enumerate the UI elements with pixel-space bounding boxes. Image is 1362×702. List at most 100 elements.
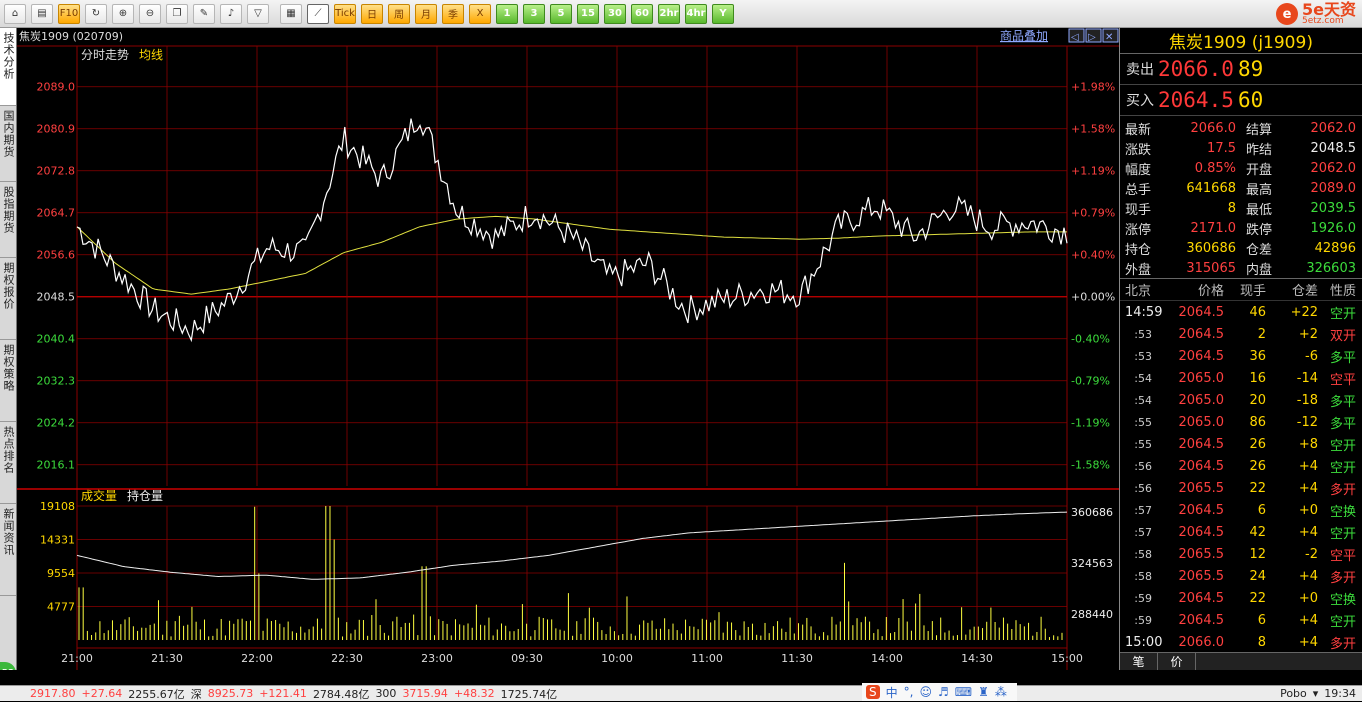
grid-icon[interactable]: ⁂ [995, 685, 1007, 699]
intraday-chart[interactable]: 焦炭1909 (020709) 商品叠加 ◁ ▷ ✕ 分时走势 均线 2089.0 +1.98%… [17, 28, 1119, 670]
tick-row[interactable]: :57 2064.5 6 +0 空换 [1120, 499, 1362, 521]
side-tab-0[interactable]: 技术分析 [0, 28, 16, 106]
stat-value: 2062.0 [1310, 120, 1357, 136]
pct-tick: -0.79% [1071, 375, 1110, 388]
pct-tick: +1.98% [1071, 81, 1115, 94]
30min-button[interactable]: 30 [604, 3, 626, 24]
side-tab-2[interactable]: 股指期货 [0, 182, 16, 258]
ime-toolbar[interactable]: S 中 °, ☺ ♬ ⌨ ♜ ⁂ [862, 683, 1017, 701]
quote-row: 持仓 360686 仓差 42896 [1120, 238, 1362, 258]
tick-price: 2064.5 [1178, 458, 1225, 474]
quote-row: 幅度 0.85% 开盘 2062.0 [1120, 158, 1362, 178]
prev-glyph: ◁ [1071, 32, 1079, 43]
stat-value: 1926.0 [1310, 220, 1357, 236]
sz-amount: 2784.48亿 [312, 687, 370, 701]
day-button[interactable]: 日 [361, 3, 383, 24]
quote-panel: 焦炭1909 (j1909) 卖出 2066.0 89 买入 2064.5 60… [1119, 28, 1362, 670]
stat-label: 跌停 [1246, 222, 1273, 238]
tick-row[interactable]: :54 2065.0 16 -14 空平 [1120, 367, 1362, 389]
15min-button[interactable]: 15 [577, 3, 599, 24]
bell-icon[interactable]: ♪ [220, 3, 242, 24]
sogou-icon[interactable]: S [866, 685, 880, 699]
week-button[interactable]: 周 [388, 3, 410, 24]
tick-time: :54 [1134, 371, 1152, 385]
tick-row[interactable]: :54 2065.0 20 -18 多平 [1120, 389, 1362, 411]
tick-col-header[interactable]: 北京 [1120, 280, 1166, 299]
shirt-icon[interactable]: ♜ [978, 685, 989, 699]
stat-value: 42896 [1314, 240, 1356, 256]
tick-time: :58 [1134, 569, 1152, 583]
side-tab-4[interactable]: 期权策略 [0, 340, 16, 422]
60min-button[interactable]: 60 [631, 3, 653, 24]
time-tick: 09:30 [511, 652, 543, 665]
emoji-icon[interactable]: ☺ [919, 685, 932, 699]
tick-row[interactable]: :59 2064.5 6 +4 空开 [1120, 609, 1362, 631]
tick-time: :59 [1134, 613, 1152, 627]
tick-row[interactable]: :59 2064.5 22 +0 空换 [1120, 587, 1362, 609]
tick-oi-change: +22 [1290, 304, 1318, 320]
tick-row[interactable]: :55 2064.5 26 +8 空开 [1120, 433, 1362, 455]
tick-row[interactable]: :55 2065.0 86 -12 多平 [1120, 411, 1362, 433]
side-tab-1[interactable]: 国内期货 [0, 106, 16, 182]
year-button[interactable]: X [469, 3, 491, 24]
tick-row[interactable]: :53 2064.5 36 -6 多平 [1120, 345, 1362, 367]
tick-col-header[interactable]: 性质 [1318, 280, 1358, 299]
tick-row[interactable]: :56 2065.5 22 +4 多开 [1120, 477, 1362, 499]
quote-tab-0[interactable]: 笔 [1120, 653, 1158, 670]
tick-row[interactable]: :58 2065.5 12 -2 空平 [1120, 543, 1362, 565]
overlay-link[interactable]: 商品叠加 [1000, 28, 1048, 43]
keyboard-icon[interactable]: ⌨ [955, 685, 972, 699]
tick-oi-change: +4 [1298, 568, 1318, 584]
custom-button[interactable]: Y [712, 3, 734, 24]
4h-button[interactable]: 4hr [685, 3, 707, 24]
tick-row[interactable]: :57 2064.5 42 +4 空开 [1120, 521, 1362, 543]
side-tab-3[interactable]: 期权报价 [0, 258, 16, 340]
tick-oi-change: -6 [1305, 348, 1318, 364]
3min-button[interactable]: 3 [523, 3, 545, 24]
minute-chart-icon[interactable]: ⟋ [307, 3, 329, 24]
tick-col-header[interactable]: 价格 [1166, 280, 1224, 299]
window-icon[interactable]: ❐ [166, 3, 188, 24]
zoom-out-icon[interactable]: ⊖ [139, 3, 161, 24]
5min-button[interactable]: 5 [550, 3, 572, 24]
stat-label: 结算 [1246, 122, 1273, 138]
tick-volume: 6 [1257, 502, 1266, 518]
mic-icon[interactable]: ♬ [938, 685, 949, 699]
chart-symbol: 焦炭1909 (020709) [19, 30, 123, 43]
volume-tick: 14331 [40, 534, 75, 547]
tick-row[interactable]: :58 2065.5 24 +4 多开 [1120, 565, 1362, 587]
punct-icon[interactable]: °, [904, 685, 914, 699]
stat-label: 涨停 [1125, 222, 1152, 238]
tick-price: 2065.0 [1178, 414, 1225, 430]
notebook-icon[interactable]: ▤ [31, 3, 53, 24]
month-button[interactable]: 月 [415, 3, 437, 24]
refresh-icon[interactable]: ↻ [85, 3, 107, 24]
2h-button[interactable]: 2hr [658, 3, 680, 24]
tick-time: :56 [1134, 481, 1152, 495]
list-view-icon[interactable]: ▦ [280, 3, 302, 24]
side-tab-5[interactable]: 热点排名 [0, 422, 16, 504]
tick-row[interactable]: :56 2064.5 26 +4 空开 [1120, 455, 1362, 477]
filter-icon[interactable]: ▽ [247, 3, 269, 24]
tick-row[interactable]: 15:00 2066.0 8 +4 多开 [1120, 631, 1362, 653]
tick-row[interactable]: 14:59 2064.5 46 +22 空开 [1120, 301, 1362, 323]
ime-mode[interactable]: 中 [886, 684, 898, 701]
home-icon[interactable]: ⌂ [4, 3, 26, 24]
quote-row: 外盘 315065 内盘 326603 [1120, 258, 1362, 278]
tick-list[interactable]: 14:59 2064.5 46 +22 空开:53 2064.5 2 +2 双开:53 2064.… [1120, 301, 1362, 653]
tick-button[interactable]: Tick [334, 3, 356, 24]
tick-time: :54 [1134, 393, 1152, 407]
quote-tab-1[interactable]: 价 [1158, 653, 1196, 670]
side-tab-6[interactable]: 新闻资讯 [0, 504, 16, 596]
tick-row[interactable]: :53 2064.5 2 +2 双开 [1120, 323, 1362, 345]
season-button[interactable]: 季 [442, 3, 464, 24]
brand-name: 5e天资 [1302, 0, 1356, 19]
zoom-in-icon[interactable]: ⊕ [112, 3, 134, 24]
pen-icon[interactable]: ✎ [193, 3, 215, 24]
tick-col-header[interactable]: 现手 [1224, 280, 1266, 299]
tick-col-header[interactable]: 仓差 [1266, 280, 1318, 299]
tick-price: 2066.0 [1178, 634, 1225, 650]
price-tick: 2040.4 [37, 333, 76, 346]
f10-icon[interactable]: F10 [58, 3, 80, 24]
1min-button[interactable]: 1 [496, 3, 518, 24]
